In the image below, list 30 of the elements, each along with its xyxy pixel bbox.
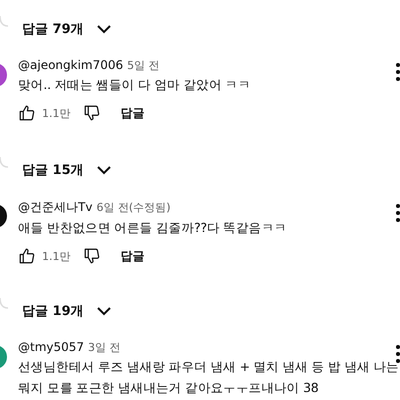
reply-button[interactable]: 답글 [120,248,144,264]
chevron-down-icon [96,306,112,316]
like-count: 1.1만 [42,106,70,120]
thumbs-up-icon[interactable] [18,247,36,265]
comment-author[interactable]: @ajeongkim7006 [18,58,124,72]
thread-line-icon [0,155,8,169]
replies-toggle[interactable]: 답글 19개 [22,302,112,320]
comment-author[interactable]: @tmy5057 [18,340,84,354]
like-count: 1.1만 [42,248,70,264]
chevron-down-icon [96,24,112,34]
replies-toggle[interactable]: 답글 79개 [22,20,112,38]
thumbs-down-icon[interactable] [82,104,100,122]
thumbs-down-icon[interactable] [82,247,100,265]
more-options-icon[interactable] [396,63,400,81]
comment-time[interactable]: 6일 전(수정됨) [96,200,171,215]
more-options-icon[interactable] [396,204,400,222]
thread-line-icon [0,14,8,28]
comment-text: 맞어.. 저때는 쌤들이 다 엄마 같았어 ㅋㅋ [18,77,251,94]
more-options-icon[interactable] [396,345,400,363]
reply-button[interactable]: 답글 [120,104,144,122]
comment-text: 선생님한테서 루즈 냄새랑 파우더 냄새 + 멸치 냄새 등 밥 냄새 나는 [18,359,399,376]
comment-text: 뭐지 모를 포근한 냄새내는거 같아요ㅜㅜ프내나이 38 [18,380,320,397]
thread-line-icon [0,296,8,310]
comment-time[interactable]: 5일 전 [127,58,160,73]
comment-time[interactable]: 3일 전 [88,340,121,355]
comment-text: 애들 반찬없으면 어른들 김줄까??다 똑같음ㅋㅋ [18,220,287,237]
comment-author[interactable]: @건준세나Tv [18,199,92,216]
replies-toggle[interactable]: 답글 15개 [22,161,112,179]
thumbs-up-icon[interactable] [18,104,36,122]
chevron-down-icon [96,165,112,175]
